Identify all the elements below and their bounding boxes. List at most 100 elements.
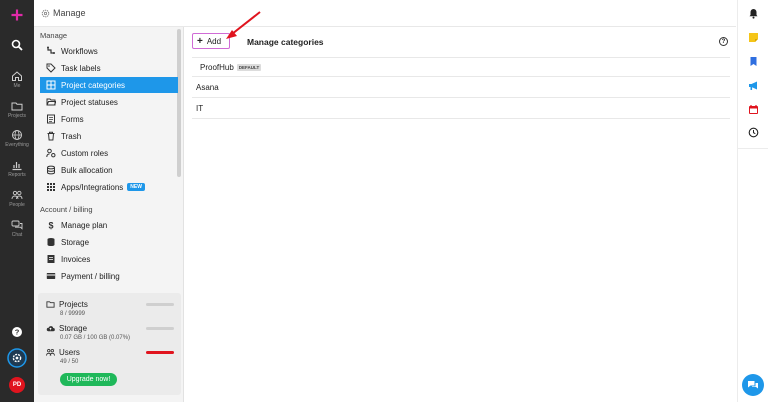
main-content: + Add Manage categories ? ProofHub DEFAU… [185, 27, 736, 402]
rail-label-chat: Chat [11, 232, 23, 238]
megaphone-icon[interactable] [748, 80, 759, 91]
usage-storage-bar [146, 327, 174, 330]
toolbar-divider [738, 148, 768, 149]
upgrade-button[interactable]: Upgrade now! [60, 373, 117, 386]
cloud-upload-icon [46, 326, 55, 332]
right-toolbar [737, 0, 768, 402]
credit-card-icon [46, 273, 56, 279]
rail-item-reports[interactable]: Reports [0, 159, 34, 178]
globe-icon [12, 130, 22, 140]
note-icon[interactable] [748, 32, 759, 43]
sidebar-item-label: Workflows [61, 46, 98, 56]
help-icon: ? [12, 327, 22, 337]
category-row[interactable]: ProofHub DEFAULT [192, 57, 730, 77]
workflow-icon [47, 46, 55, 54]
app-rail: Me Projects Everything Reports People Ch… [0, 0, 34, 402]
trash-icon [47, 131, 55, 141]
page-header: Manage [34, 0, 736, 27]
add-category-button[interactable]: + Add [192, 33, 230, 49]
calendar-icon[interactable] [748, 104, 759, 115]
tag-icon [46, 63, 56, 73]
gear-icon [41, 9, 50, 17]
folder-open-icon [46, 98, 56, 106]
usage-storage: Storage 0.07 GB / 100 GB (0.07%) [46, 324, 174, 341]
sidebar-item-label: Task labels [61, 63, 101, 73]
rail-item-everything[interactable]: Everything [0, 129, 34, 148]
rail-item-chat[interactable]: Chat [0, 219, 34, 238]
category-name: IT [196, 104, 204, 113]
sidebar-item-label: Custom roles [61, 148, 109, 158]
search-button[interactable] [0, 39, 34, 51]
usage-users-bar [146, 351, 174, 354]
add-button-label: Add [206, 36, 222, 46]
people-icon [11, 190, 23, 200]
bell-icon[interactable] [748, 8, 759, 19]
category-name: ProofHub [200, 62, 234, 72]
svg-text:?: ? [15, 328, 20, 337]
rail-label-everything: Everything [5, 142, 29, 148]
folder-icon [46, 301, 55, 308]
usage-users-value: 49 / 50 [60, 359, 79, 365]
search-icon [11, 39, 23, 51]
sidebar-item-label: Project statuses [61, 97, 118, 107]
database-icon [47, 238, 55, 246]
home-icon [12, 71, 22, 81]
chat-icon [11, 220, 23, 230]
sidebar-item-label: Manage plan [61, 220, 108, 230]
sidebar-item-label: Trash [61, 131, 82, 141]
sidebar-item-task-labels[interactable]: Task labels [40, 60, 178, 76]
usage-users-label: Users [59, 348, 80, 357]
sidebar-item-label: Invoices [61, 254, 91, 264]
rail-item-me[interactable]: Me [0, 70, 34, 89]
rail-item-projects[interactable]: Projects [0, 100, 34, 119]
sidebar-item-invoices[interactable]: Invoices [40, 251, 178, 267]
plus-icon: + [197, 35, 203, 47]
new-badge: NEW [127, 183, 145, 191]
svg-text:$: $ [48, 221, 53, 231]
dollar-icon: $ [48, 221, 53, 231]
people-icon [46, 349, 55, 356]
clock-icon[interactable] [748, 127, 759, 138]
sidebar-item-storage[interactable]: Storage [40, 234, 178, 250]
section-heading-manage: Manage [40, 31, 68, 40]
rail-item-people[interactable]: People [0, 189, 34, 208]
stack-icon [47, 165, 55, 175]
usage-projects-bar [146, 303, 174, 306]
sidebar-item-manage-plan[interactable]: $ Manage plan [40, 217, 178, 233]
sidebar-item-forms[interactable]: Forms [40, 111, 178, 127]
category-name: Asana [196, 83, 219, 92]
rail-label-people: People [9, 202, 25, 208]
usage-projects-label: Projects [59, 300, 88, 309]
bookmark-icon[interactable] [748, 56, 759, 67]
rail-label-me: Me [13, 83, 21, 89]
sidebar-item-project-statuses[interactable]: Project statuses [40, 94, 178, 110]
invoice-icon [47, 255, 55, 263]
create-plus-button[interactable] [0, 9, 34, 21]
help-button[interactable]: ? [0, 326, 34, 338]
sidebar-item-label: Forms [61, 114, 84, 124]
sidebar-item-apps-integrations[interactable]: Apps/Integrations NEW [40, 179, 178, 195]
category-row[interactable]: IT [192, 99, 730, 119]
avatar[interactable]: PD [0, 377, 34, 393]
default-tag: DEFAULT [236, 63, 262, 71]
usage-card: Projects 8 / 99999 Storage 0.07 GB / 100… [38, 293, 181, 395]
sidebar-item-custom-roles[interactable]: Custom roles [40, 145, 178, 161]
plus-icon [11, 9, 23, 21]
sidebar-item-trash[interactable]: Trash [40, 128, 178, 144]
category-row[interactable]: Asana [192, 78, 730, 98]
gear-icon [7, 348, 27, 368]
settings-button[interactable] [0, 348, 34, 368]
usage-projects-value: 8 / 99999 [60, 311, 86, 317]
sidebar-item-project-categories[interactable]: Project categories [40, 77, 178, 93]
usage-storage-label: Storage [59, 324, 88, 333]
sidebar-item-label: Storage [61, 237, 90, 247]
help-icon[interactable]: ? [719, 37, 728, 46]
sidebar-item-bulk-allocation[interactable]: Bulk allocation [40, 162, 178, 178]
chat-support-button[interactable] [742, 374, 764, 396]
user-gear-icon [46, 148, 56, 158]
section-title: Manage categories [247, 37, 324, 47]
sidebar-item-payment-billing[interactable]: Payment / billing [40, 268, 178, 284]
section-heading-account: Account / billing [40, 205, 93, 214]
bar-chart-icon [12, 162, 22, 171]
sidebar-item-workflows[interactable]: Workflows [40, 43, 178, 59]
